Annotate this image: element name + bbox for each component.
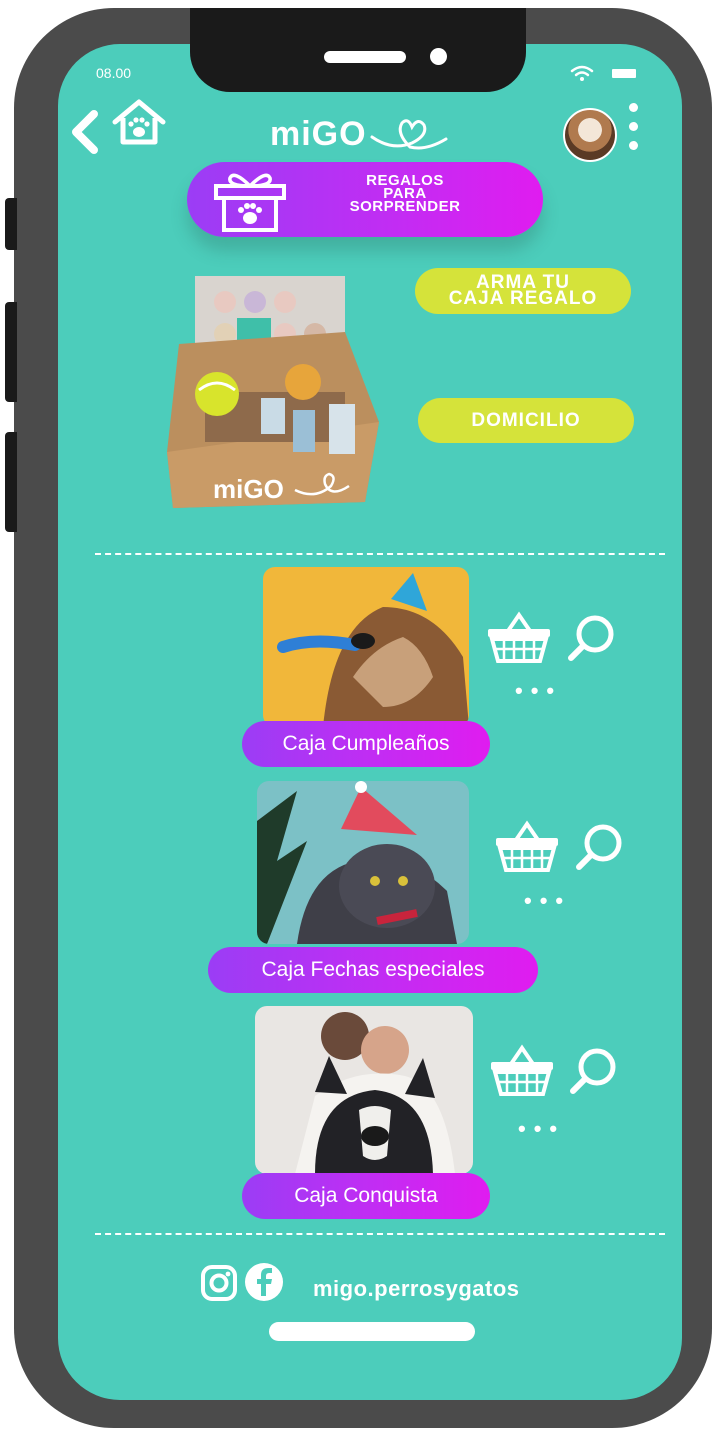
product-label-birthday[interactable]: Caja Cumpleaños (242, 721, 490, 767)
divider-bottom (95, 1233, 665, 1235)
instagram-icon[interactable] (200, 1264, 238, 1302)
avatar[interactable] (563, 108, 617, 162)
hero-line-3: SORPRENDER (349, 198, 461, 215)
front-camera (430, 48, 447, 65)
product-label-special-dates[interactable]: Caja Fechas especiales (208, 947, 538, 993)
facebook-icon[interactable] (244, 1262, 284, 1302)
battery-icon (612, 69, 636, 78)
back-chevron-icon[interactable] (68, 110, 102, 154)
basket-icon[interactable] (487, 1044, 557, 1096)
gift-box-brand: miGO (213, 474, 284, 504)
basket-icon[interactable] (484, 611, 554, 663)
more-options-icon[interactable]: ••• (518, 1116, 565, 1142)
build-gift-box-button[interactable]: ARMA TU CAJA REGALO (415, 268, 631, 314)
product-image-special-dates[interactable] (257, 781, 469, 944)
side-button-silent (5, 198, 17, 250)
status-time: 08.00 (96, 65, 132, 81)
side-button-volume-up (5, 302, 17, 402)
speaker (324, 51, 406, 63)
wifi-icon (570, 65, 594, 81)
product-image-birthday[interactable] (263, 567, 469, 727)
more-options-icon[interactable]: ••• (524, 888, 571, 914)
build-gift-box-line-2: CAJA REGALO (448, 288, 598, 309)
divider-top (95, 553, 665, 555)
search-icon[interactable] (565, 612, 617, 664)
app-logo: miGO (270, 115, 367, 153)
more-menu-icon[interactable] (629, 103, 639, 160)
gift-paw-icon (214, 173, 286, 232)
delivery-button[interactable]: DOMICILIO (418, 398, 634, 443)
home-indicator[interactable] (269, 1322, 475, 1341)
home-paw-icon[interactable] (110, 98, 168, 148)
side-button-volume-down (5, 432, 17, 532)
heart-icon (370, 119, 448, 150)
social-handle[interactable]: migo.perrosygatos (313, 1276, 520, 1302)
basket-icon[interactable] (492, 820, 562, 872)
search-icon[interactable] (573, 821, 625, 873)
gift-box-image: miGO (167, 276, 379, 508)
search-icon[interactable] (567, 1045, 619, 1097)
hero-title: REGALOS PARA SORPRENDER (325, 173, 485, 215)
product-image-conquest[interactable] (255, 1006, 473, 1174)
notch (190, 8, 526, 92)
product-label-conquest[interactable]: Caja Conquista (242, 1173, 490, 1219)
more-options-icon[interactable]: ••• (515, 678, 562, 704)
